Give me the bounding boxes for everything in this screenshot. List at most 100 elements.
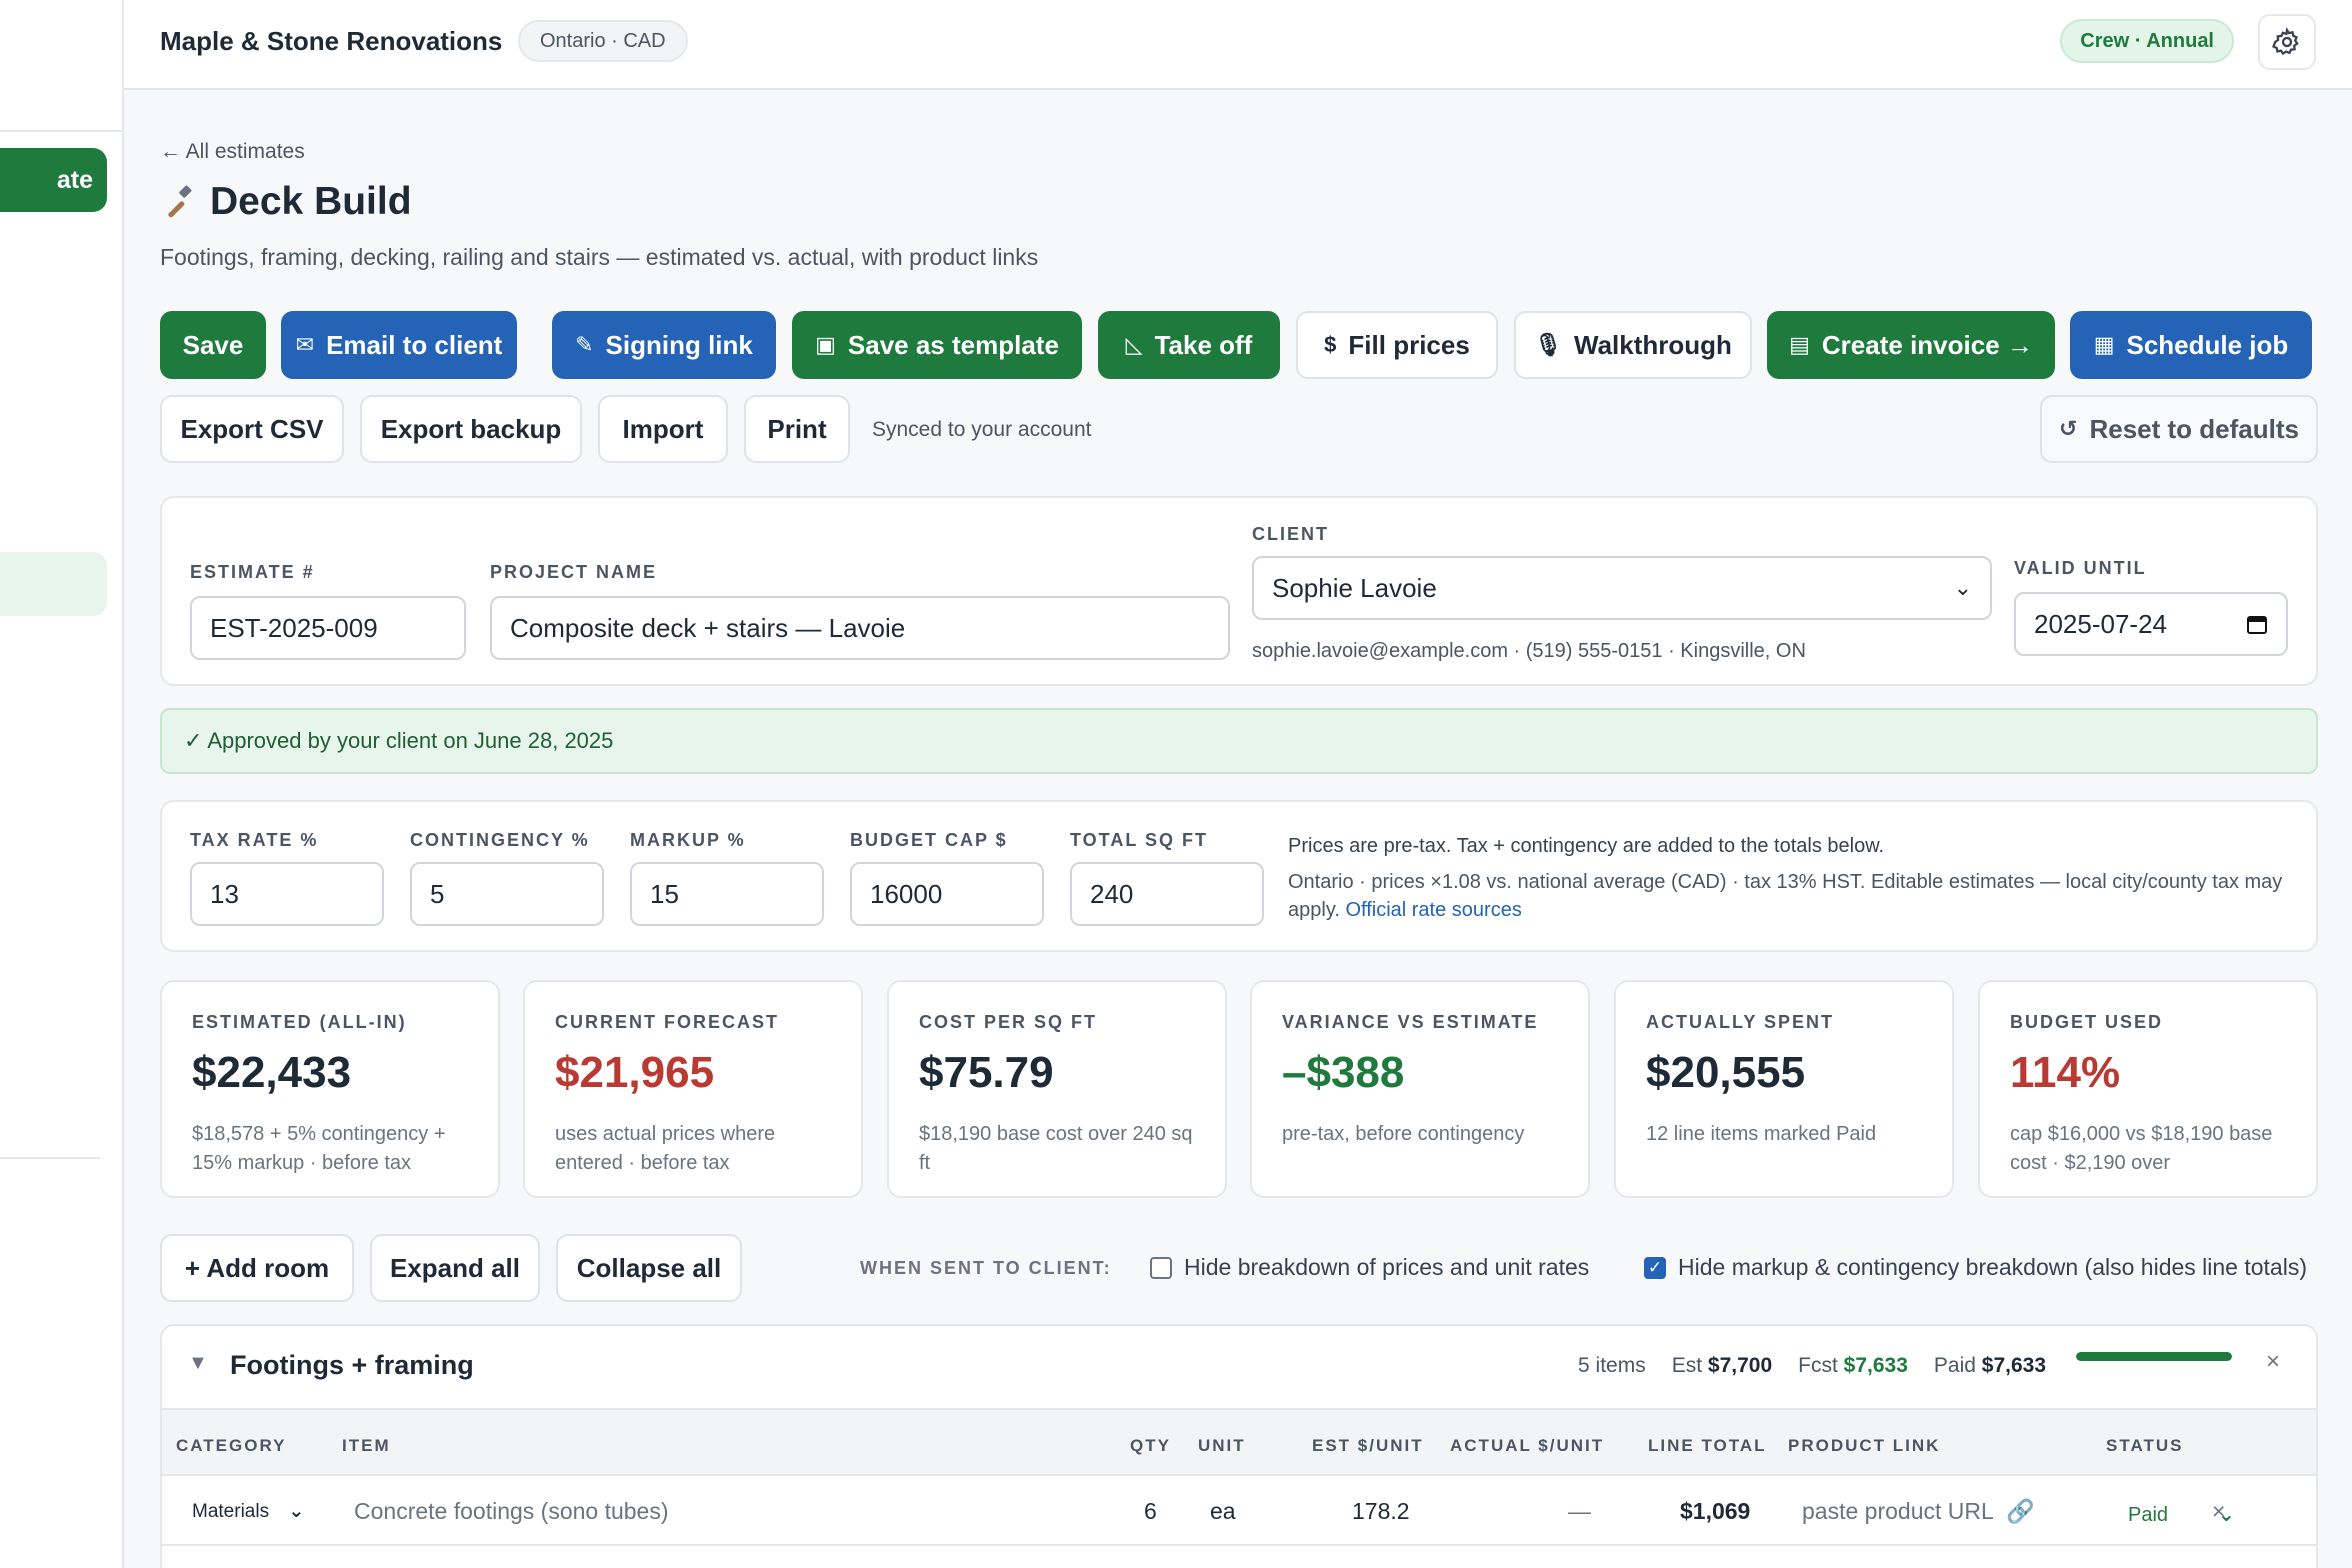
sidebar-divider xyxy=(0,1157,100,1159)
walkthrough-button[interactable]: 🎙 Walkthrough xyxy=(1514,311,1752,379)
stat-value: –$388 xyxy=(1282,1048,1405,1097)
take-off-button[interactable]: ◺ Take off xyxy=(1098,311,1280,379)
project-name-input[interactable]: Composite deck + stairs — Lavoie xyxy=(490,596,1230,660)
top-bar: Maple & Stone Renovations Ontario · CAD … xyxy=(124,0,2352,90)
chevron-down-icon: ⌄ xyxy=(1953,575,1972,600)
client-select-value: Sophie Lavoie xyxy=(1272,573,1437,603)
total-sqft-label: Total sq ft xyxy=(1070,830,1208,850)
stat-label: BUDGET USED xyxy=(2010,1012,2164,1032)
sidebar-item-active[interactable] xyxy=(0,552,107,616)
markup-input[interactable]: 15 xyxy=(630,862,824,926)
expand-all-button[interactable]: Expand all xyxy=(370,1234,540,1302)
stat-cost-per-sqft: COST PER SQ FT $75.79 $18,190 base cost … xyxy=(887,980,1227,1198)
stat-value: $21,965 xyxy=(555,1048,715,1097)
schedule-job-button[interactable]: ▦ Schedule job xyxy=(2070,311,2312,379)
unit-input[interactable]: ea xyxy=(1210,1498,1236,1525)
room-paid-progress xyxy=(2076,1352,2232,1361)
qty-input[interactable]: 6 xyxy=(1144,1498,1157,1525)
plan-badge[interactable]: Crew · Annual xyxy=(2060,19,2234,63)
markup-label: Markup % xyxy=(630,830,746,850)
create-invoice-button[interactable]: ▤ Create invoice → xyxy=(1767,311,2055,379)
tax-rate-input[interactable]: 13 xyxy=(190,862,384,926)
checkbox-checked[interactable]: ✓ xyxy=(1644,1256,1666,1279)
save-button[interactable]: Save xyxy=(160,311,266,379)
room-section: ▼ Footings + framing 5 items Est $7,700 … xyxy=(160,1324,2318,1568)
microphone-icon: 🎙 xyxy=(1534,332,1563,357)
est-unit-input[interactable]: 178.2 xyxy=(1352,1498,1410,1525)
stat-subtext: 12 line items marked Paid xyxy=(1646,1123,1877,1145)
room-summary: 5 items Est $7,700 Fcst $7,633 Paid $7,6… xyxy=(1578,1354,2046,1378)
stat-estimated-all-in: ESTIMATED (ALL-IN) $22,433 $18,578 + 5% … xyxy=(160,980,500,1198)
hide-prices-label: Hide breakdown of prices and unit rates xyxy=(1184,1254,1590,1280)
client-select[interactable]: Sophie Lavoie ⌄ xyxy=(1252,556,1992,620)
checkbox-unchecked[interactable] xyxy=(1150,1256,1172,1279)
table-row: Materials ⌄ Concrete footings (sono tube… xyxy=(162,1476,2316,1546)
stat-value: $20,555 xyxy=(1646,1048,1806,1097)
contingency-input[interactable]: 5 xyxy=(410,862,604,926)
room-name[interactable]: Footings + framing xyxy=(230,1350,474,1381)
hide-prices-checkbox[interactable]: Hide breakdown of prices and unit rates xyxy=(1150,1254,1589,1281)
approval-banner: ✓ Approved by your client on June 28, 20… xyxy=(160,708,2318,774)
stat-current-forecast: CURRENT FORECAST $21,965 uses actual pri… xyxy=(523,980,863,1198)
progress-fill xyxy=(2076,1352,2232,1361)
ruler-triangle-icon: ◺ xyxy=(1125,332,1143,357)
col-qty: QTY xyxy=(1130,1436,1171,1455)
room-header[interactable]: ▼ Footings + framing 5 items Est $7,700 … xyxy=(162,1326,2316,1410)
item-input[interactable]: Concrete footings (sono tubes) xyxy=(354,1498,669,1525)
reset-arrow-icon: ↺ xyxy=(2059,416,2078,441)
export-backup-button[interactable]: Export backup xyxy=(360,395,582,463)
product-link-input[interactable]: paste product URL xyxy=(1802,1498,1994,1525)
page-title: Deck Build xyxy=(160,180,412,224)
print-button[interactable]: Print xyxy=(744,395,850,463)
stat-label: ESTIMATED (ALL-IN) xyxy=(192,1012,407,1032)
valid-until-date-input[interactable]: 2025-07-24 xyxy=(2014,592,2288,656)
col-line-total: LINE TOTAL xyxy=(1648,1436,1767,1455)
collapse-all-button[interactable]: Collapse all xyxy=(556,1234,742,1302)
budget-cap-input[interactable]: 16000 xyxy=(850,862,1044,926)
stat-label: COST PER SQ FT xyxy=(919,1012,1098,1032)
sidebar: ate xyxy=(0,0,124,1568)
hide-markup-checkbox[interactable]: ✓ Hide markup & contingency breakdown (a… xyxy=(1644,1254,2307,1281)
stat-subtext: $18,190 base cost over 240 sq ft xyxy=(919,1123,1193,1174)
stat-value: $22,433 xyxy=(192,1048,352,1097)
valid-until-value: 2025-07-24 xyxy=(2034,609,2167,639)
official-rate-sources-link[interactable]: Official rate sources xyxy=(1345,899,1521,921)
stat-value: 114% xyxy=(2010,1048,2121,1097)
estimate-details-card: Estimate # EST-2025-009 Project name Com… xyxy=(160,496,2318,686)
settings-button[interactable] xyxy=(2258,14,2316,70)
stat-actually-spent: ACTUALLY SPENT $20,555 12 line items mar… xyxy=(1614,980,1954,1198)
fill-prices-button[interactable]: $ Fill prices xyxy=(1296,311,1498,379)
delete-row-icon[interactable]: × xyxy=(2212,1498,2225,1525)
collapse-caret-icon[interactable]: ▼ xyxy=(188,1352,208,1375)
delete-room-icon[interactable]: × xyxy=(2266,1348,2280,1376)
page-title-text: Deck Build xyxy=(210,180,412,223)
add-room-button[interactable]: + Add room xyxy=(160,1234,354,1302)
signing-link-button[interactable]: ✎ Signing link xyxy=(552,311,776,379)
actual-unit-input[interactable]: — xyxy=(1568,1498,1591,1525)
new-estimate-button[interactable]: ate xyxy=(0,148,107,212)
room-paid: Paid $7,633 xyxy=(1933,1354,2046,1377)
link-icon[interactable]: 🔗 xyxy=(2006,1498,2035,1525)
sidebar-divider xyxy=(0,130,122,132)
client-contact-info: sophie.lavoie@example.com · (519) 555-01… xyxy=(1252,640,1806,662)
receipt-icon: ▤ xyxy=(1789,332,1810,357)
total-sqft-input[interactable]: 240 xyxy=(1070,862,1264,926)
back-to-estimates-link[interactable]: ← All estimates xyxy=(160,140,305,164)
email-to-client-button[interactable]: ✉ Email to client xyxy=(281,311,517,379)
pen-icon: ✎ xyxy=(575,332,594,357)
company-name: Maple & Stone Renovations xyxy=(160,26,503,56)
save-as-template-button[interactable]: ▣ Save as template xyxy=(792,311,1082,379)
gear-icon xyxy=(2272,27,2299,56)
envelope-icon: ✉ xyxy=(295,332,315,357)
stat-variance-vs-estimate: VARIANCE VS ESTIMATE –$388 pre-tax, befo… xyxy=(1250,980,1590,1198)
category-select[interactable]: Materials ⌄ xyxy=(192,1500,304,1523)
estimate-number-input[interactable]: EST-2025-009 xyxy=(190,596,466,660)
import-button[interactable]: Import xyxy=(598,395,728,463)
rates-note-pretax: Prices are pre-tax. Tax + contingency ar… xyxy=(1288,835,1885,857)
reset-to-defaults-button[interactable]: ↺ Reset to defaults xyxy=(2040,395,2318,463)
stat-subtext: cap $16,000 vs $18,190 base cost · $2,19… xyxy=(2010,1123,2273,1174)
export-csv-button[interactable]: Export CSV xyxy=(160,395,344,463)
calendar-icon xyxy=(2247,616,2267,634)
col-item: ITEM xyxy=(342,1436,391,1455)
col-unit: UNIT xyxy=(1198,1436,1246,1455)
